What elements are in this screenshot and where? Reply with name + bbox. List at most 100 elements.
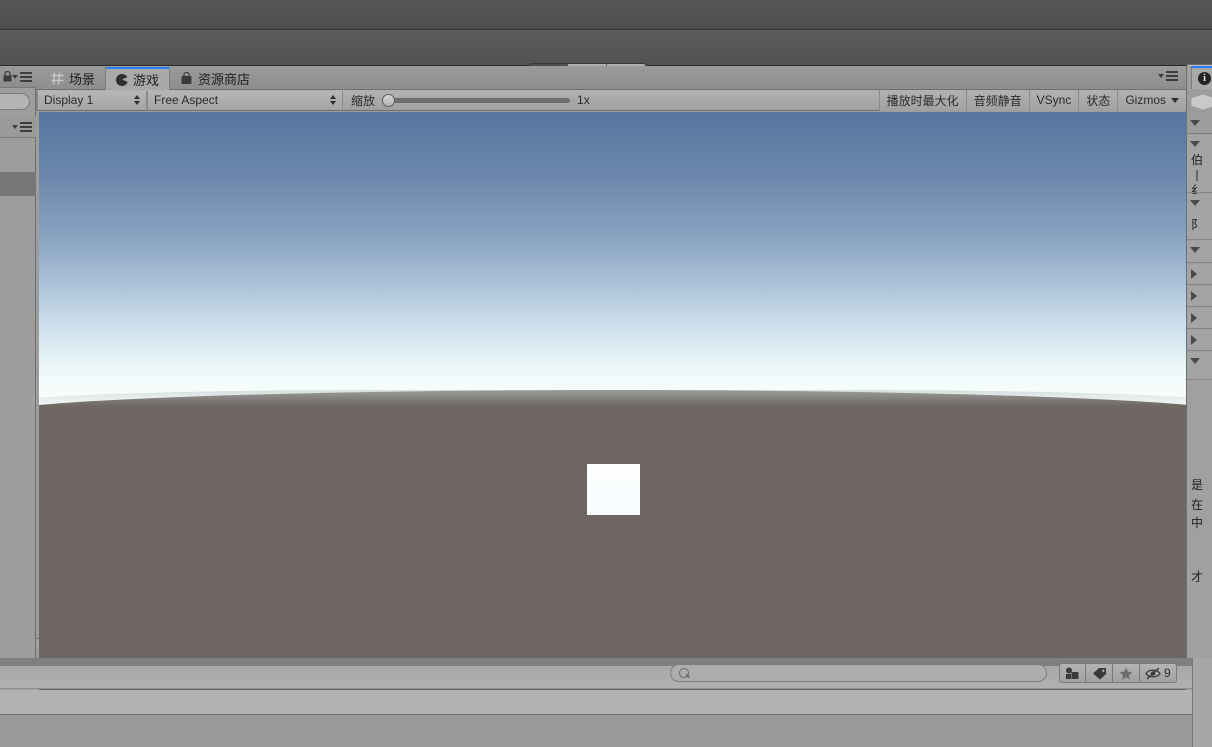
tab-game[interactable]: 游戏 [105, 67, 171, 90]
game-pac-icon [116, 73, 129, 86]
tab-scene-label: 场景 [69, 72, 96, 87]
aspect-dropdown-label: Free Aspect [154, 93, 219, 107]
inspector-section [1187, 286, 1212, 307]
maximize-on-play-label: 播放时最大化 [886, 93, 959, 108]
hidden-eye-icon [1145, 666, 1161, 680]
inspector-body-text: 中 [1191, 516, 1204, 530]
inspector-body-text: 才 [1191, 570, 1204, 584]
inspector-section: 阝 [1187, 194, 1212, 240]
game-scene [39, 112, 1186, 704]
inspector-preview [1187, 90, 1212, 134]
inspector-section: 伯 丨 纟 [1187, 135, 1212, 197]
game-view-toolbar-right: 播放时最大化 音频静音 VSync 状态 Gizmos [878, 89, 1186, 111]
mute-audio-button[interactable]: 音频静音 [965, 89, 1029, 111]
zoom-slider-track [382, 98, 571, 103]
chevron-down-icon [1171, 97, 1179, 103]
grid-icon [51, 72, 64, 85]
inspector-section [1187, 352, 1212, 380]
center-tabs: 场景 游戏 资源商店 [41, 66, 260, 90]
info-icon: i [1198, 72, 1211, 85]
tab-scene[interactable]: 场景 [41, 67, 105, 90]
unity-editor-window: 中心 局部 [0, 0, 1212, 747]
hierarchy-sub-menu-icon[interactable] [12, 122, 32, 132]
game-panel-menu-icon[interactable] [1158, 71, 1178, 81]
inspector-body-text: 在 [1191, 498, 1204, 512]
hierarchy-search-input[interactable] [0, 93, 30, 110]
project-search-input[interactable] [695, 666, 1025, 680]
inspector-body-text: 是 [1191, 478, 1204, 492]
updown-arrows-icon [126, 95, 140, 105]
stats-label: 状态 [1086, 93, 1111, 108]
asset-store-bag-icon [180, 71, 193, 85]
display-dropdown-label: Display 1 [44, 93, 94, 107]
hierarchy-subheader [0, 116, 36, 138]
game-render-surface[interactable] [39, 112, 1186, 704]
favorite-star-icon [1119, 667, 1133, 679]
tag-filter-button[interactable] [1086, 663, 1113, 683]
hierarchy-row[interactable] [0, 138, 36, 155]
updown-arrows-icon [322, 95, 336, 105]
center-tabstrip: 场景 游戏 资源商店 [36, 66, 1186, 90]
favorite-filter-button[interactable] [1113, 663, 1140, 683]
tab-asset-store[interactable]: 资源商店 [170, 67, 260, 90]
tab-inspector[interactable]: i [1191, 66, 1212, 89]
console-right-column [1192, 658, 1212, 747]
zoom-slider[interactable] [382, 94, 571, 107]
console-filter-buttons: 9 [1059, 663, 1177, 683]
shapes-filter-button[interactable] [1059, 663, 1086, 683]
inspector-foldout-closed[interactable] [1191, 313, 1197, 323]
zoom-control: 缩放 1x [343, 90, 598, 111]
search-icon [679, 667, 690, 679]
inspector-section-text: 伯 [1191, 153, 1204, 167]
inspector-foldout-closed[interactable] [1191, 291, 1197, 301]
sky-gradient [39, 112, 1186, 410]
vsync-label: VSync [1036, 93, 1072, 107]
gizmos-button[interactable]: Gizmos [1117, 89, 1186, 111]
hidden-objects-button[interactable]: 9 [1140, 663, 1177, 683]
white-cube-object [587, 464, 640, 515]
aspect-dropdown[interactable]: Free Aspect [147, 90, 343, 110]
inspector-foldout[interactable] [1190, 141, 1200, 147]
hierarchy-row[interactable] [0, 155, 36, 172]
top-toolbar [0, 0, 1212, 30]
inspector-section-text: 阝 [1191, 218, 1204, 232]
hierarchy-row[interactable] [0, 196, 36, 213]
hierarchy-tabstrip [0, 66, 36, 88]
tag-filter-icon [1092, 667, 1106, 679]
hidden-objects-count: 9 [1164, 666, 1171, 680]
hierarchy-panel [0, 66, 36, 658]
gizmos-label: Gizmos [1125, 93, 1166, 107]
inspector-foldout[interactable] [1190, 247, 1200, 253]
console-lower-area [0, 715, 1212, 747]
console-body [0, 690, 1212, 715]
game-view-toolbar: Display 1 Free Aspect 缩放 1x 播放时最大化 音频静音 … [36, 89, 1186, 111]
inspector-panel: i 伯 丨 纟 阝 是 在 中 才 [1186, 66, 1212, 658]
hierarchy-menu-icon[interactable] [12, 72, 32, 82]
inspector-section [1187, 241, 1212, 263]
shapes-filter-icon [1066, 667, 1079, 679]
inspector-foldout-closed[interactable] [1191, 269, 1197, 279]
zoom-slider-handle[interactable] [382, 94, 396, 107]
zoom-value: 1x [577, 93, 590, 107]
inspector-foldout[interactable] [1190, 120, 1200, 126]
inspector-section [1187, 264, 1212, 285]
inspector-foldout[interactable] [1190, 200, 1200, 206]
tab-game-label: 游戏 [133, 73, 160, 88]
hierarchy-row-selected[interactable] [0, 172, 36, 196]
toolbar-row: 中心 局部 [0, 30, 1212, 91]
vsync-button[interactable]: VSync [1028, 89, 1079, 111]
lock-icon[interactable] [3, 71, 12, 82]
main-dock-area: 场景 游戏 资源商店 Display 1 Free Aspect 缩放 1x 播… [0, 66, 1212, 704]
display-dropdown[interactable]: Display 1 [37, 90, 147, 110]
stats-button[interactable]: 状态 [1078, 89, 1118, 111]
mute-audio-label: 音频静音 [973, 93, 1022, 108]
project-search-field[interactable] [670, 664, 1047, 682]
ground-plane [39, 390, 1186, 704]
maximize-on-play-button[interactable]: 播放时最大化 [878, 89, 966, 111]
zoom-label: 缩放 [351, 93, 376, 108]
inspector-section [1187, 330, 1212, 351]
cube-preview-icon [1190, 93, 1212, 111]
inspector-foldout[interactable] [1190, 358, 1200, 364]
tab-asset-store-label: 资源商店 [198, 72, 251, 87]
inspector-foldout-closed[interactable] [1191, 335, 1197, 345]
